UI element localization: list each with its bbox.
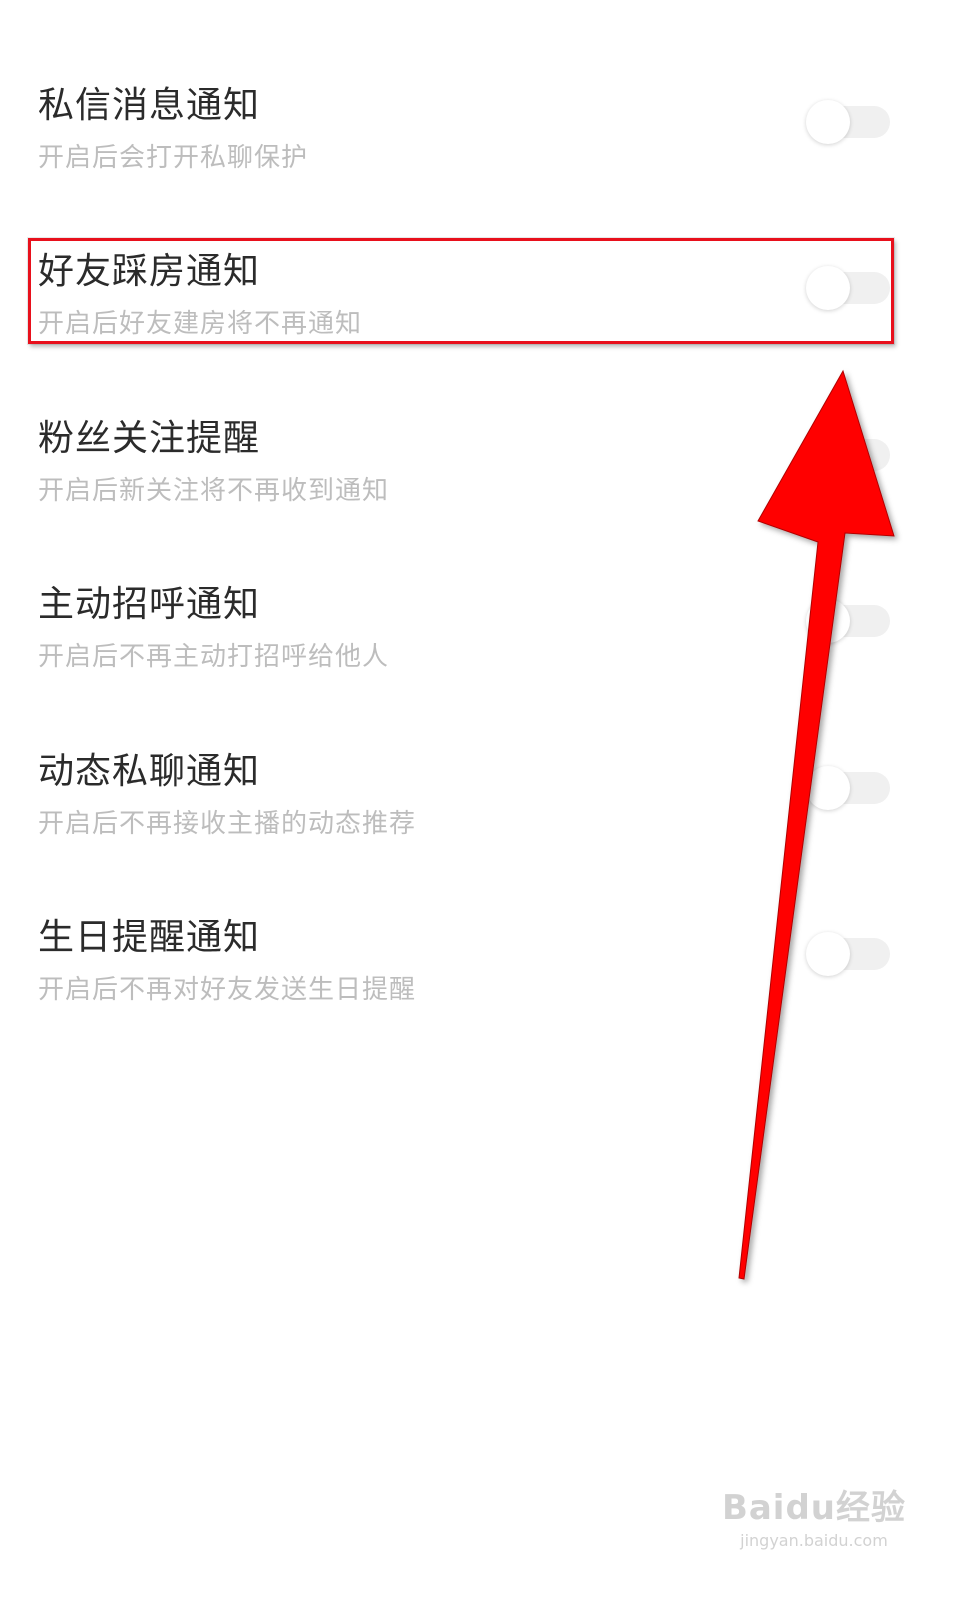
greeting-toggle[interactable]	[806, 599, 890, 643]
moments-chat-toggle[interactable]	[806, 766, 890, 810]
toggle-knob	[806, 433, 850, 477]
friend-visit-toggle[interactable]	[806, 266, 890, 310]
toggle-knob	[806, 100, 850, 144]
toggle-knob	[806, 599, 850, 643]
setting-row-friend-visit[interactable]: 好友踩房通知 开启后好友建房将不再通知	[0, 250, 976, 370]
watermark-site: jingyan.baidu.com	[740, 1531, 888, 1550]
setting-title: 动态私聊通知	[38, 751, 261, 792]
setting-description: 开启后不再主动打招呼给他人	[38, 642, 390, 672]
setting-row-greeting[interactable]: 主动招呼通知 开启后不再主动打招呼给他人	[0, 583, 976, 703]
setting-description: 开启后会打开私聊保护	[38, 143, 309, 173]
setting-title: 粉丝关注提醒	[38, 418, 261, 459]
toggle-knob	[806, 766, 850, 810]
watermark-logo: Baidu经验	[721, 1488, 906, 1528]
setting-row-fan-follow[interactable]: 粉丝关注提醒 开启后新关注将不再收到通知	[0, 417, 976, 537]
setting-row-private-message[interactable]: 私信消息通知 开启后会打开私聊保护	[0, 84, 976, 204]
private-message-toggle[interactable]	[806, 100, 890, 144]
setting-description: 开启后好友建房将不再通知	[38, 309, 363, 339]
setting-title: 好友踩房通知	[38, 251, 261, 292]
birthday-toggle[interactable]	[806, 932, 890, 976]
baidu-watermark: Baidu经验 jingyan.baidu.com	[722, 1480, 906, 1550]
setting-row-birthday[interactable]: 生日提醒通知 开启后不再对好友发送生日提醒	[0, 916, 976, 1036]
setting-description: 开启后不再接收主播的动态推荐	[38, 809, 417, 839]
setting-description: 开启后不再对好友发送生日提醒	[38, 975, 417, 1005]
setting-title: 私信消息通知	[38, 85, 261, 126]
setting-title: 主动招呼通知	[38, 584, 261, 625]
setting-description: 开启后新关注将不再收到通知	[38, 476, 390, 506]
fan-follow-toggle[interactable]	[806, 433, 890, 477]
toggle-knob	[806, 266, 850, 310]
setting-title: 生日提醒通知	[38, 917, 261, 958]
setting-row-moments-chat[interactable]: 动态私聊通知 开启后不再接收主播的动态推荐	[0, 750, 976, 870]
toggle-knob	[806, 932, 850, 976]
